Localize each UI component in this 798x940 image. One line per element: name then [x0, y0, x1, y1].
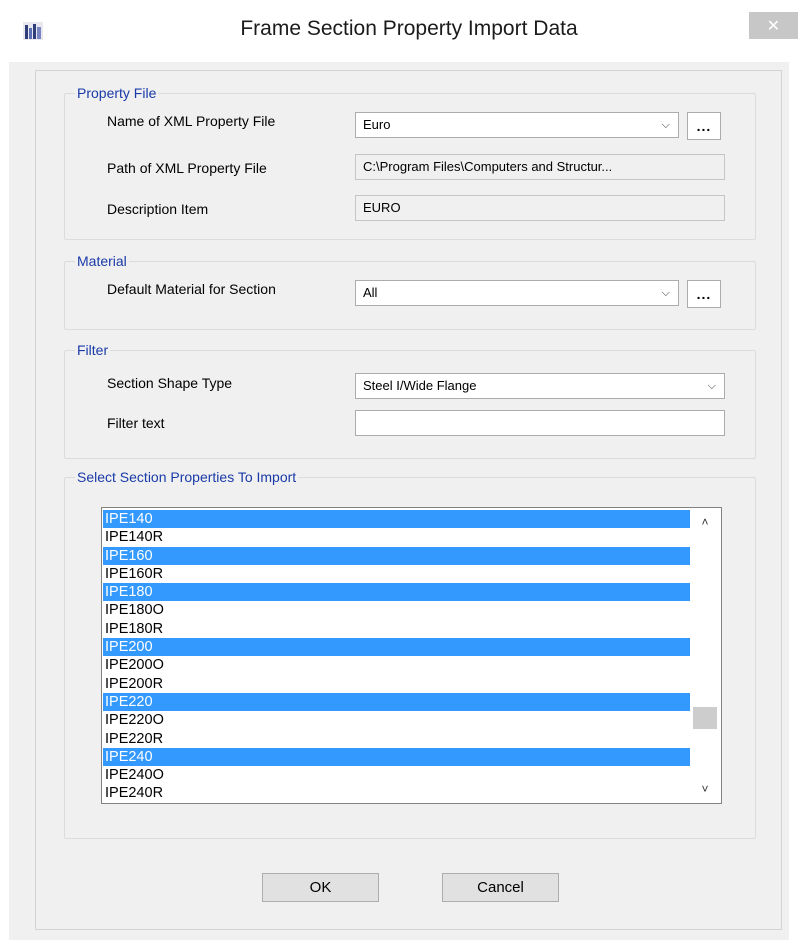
ok-button[interactable]: OK [262, 873, 379, 902]
section-shape-dropdown[interactable]: Steel I/Wide Flange ⌵ [355, 373, 725, 399]
section-list-item[interactable]: IPE200O [103, 656, 690, 674]
chevron-down-icon: ⌵ [661, 119, 670, 131]
section-list-item[interactable]: IPE140 [103, 510, 690, 529]
xml-path-field: C:\Program Files\Computers and Structur.… [355, 154, 725, 180]
section-list-item[interactable]: IPE140R [103, 528, 690, 546]
property-file-group: Property File Name of XML Property File … [64, 85, 756, 240]
section-listbox[interactable]: IPE140 IPE140R IPE160 IPE160R IPE180 IPE180O I… [101, 507, 722, 804]
title-bar: Frame Section Property Import Data ✕ [0, 0, 798, 62]
filter-text-input[interactable] [355, 410, 725, 436]
section-list-item[interactable]: IPE220O [103, 711, 690, 729]
section-list-item[interactable]: IPE160R [103, 565, 690, 583]
section-list-item[interactable]: IPE180R [103, 620, 690, 638]
chevron-down-icon: ⌵ [661, 287, 670, 299]
section-list-item[interactable]: IPE180 [103, 583, 690, 602]
section-list-item[interactable]: IPE240O [103, 766, 690, 784]
section-list-items: IPE140 IPE140R IPE160 IPE160R IPE180 IPE180O I… [103, 510, 690, 803]
chevron-up-icon[interactable]: ˄ [691, 511, 719, 533]
dialog-title: Frame Section Property Import Data [240, 17, 578, 40]
section-list-item[interactable]: IPE240R [103, 784, 690, 802]
dialog-client-area: Property File Name of XML Property File … [9, 62, 789, 940]
close-icon: ✕ [766, 17, 781, 35]
section-shape-value: Steel I/Wide Flange [363, 378, 477, 393]
select-sections-legend: Select Section Properties To Import [75, 469, 299, 485]
dialog-panel: Property File Name of XML Property File … [35, 70, 782, 930]
property-file-legend: Property File [75, 85, 159, 101]
section-list-item[interactable]: IPE160 [103, 546, 690, 565]
default-material-dropdown[interactable]: All ⌵ [355, 280, 679, 306]
section-list-item[interactable]: IPE220 [103, 692, 690, 712]
browse-xml-button[interactable]: ... [687, 112, 721, 140]
list-scrollbar[interactable]: ˄ ˅ [691, 509, 719, 802]
xml-name-label: Name of XML Property File [107, 113, 276, 129]
default-material-value: All [363, 285, 378, 300]
section-list-item[interactable]: IPE220R [103, 730, 690, 748]
close-button[interactable]: ✕ [749, 12, 798, 39]
section-list-item[interactable]: IPE200 [103, 638, 690, 657]
section-list-item[interactable]: IPE180O [103, 601, 690, 619]
filter-group: Filter Section Shape Type Steel I/Wide F… [64, 342, 756, 459]
xml-name-value: Euro [363, 117, 391, 132]
chevron-down-icon[interactable]: ˅ [691, 778, 719, 800]
browse-material-button[interactable]: ... [687, 280, 721, 308]
description-label: Description Item [107, 201, 209, 217]
section-list-item[interactable]: IPE200R [103, 675, 690, 693]
chevron-down-icon: ⌵ [707, 380, 716, 392]
section-shape-label: Section Shape Type [107, 375, 233, 391]
cancel-button[interactable]: Cancel [442, 873, 559, 902]
material-legend: Material [75, 253, 129, 269]
dialog-window: Frame Section Property Import Data ✕ Pro… [0, 0, 798, 940]
section-list-item[interactable]: IPE240 [103, 747, 690, 767]
material-group: Material Default Material for Section Al… [64, 253, 756, 330]
filter-text-label: Filter text [107, 415, 165, 431]
description-field: EURO [355, 195, 725, 221]
default-material-label: Default Material for Section [107, 281, 276, 297]
scroll-thumb[interactable] [693, 707, 717, 729]
filter-legend: Filter [75, 342, 111, 358]
xml-name-dropdown[interactable]: Euro ⌵ [355, 112, 679, 138]
xml-path-label: Path of XML Property File [107, 160, 267, 176]
